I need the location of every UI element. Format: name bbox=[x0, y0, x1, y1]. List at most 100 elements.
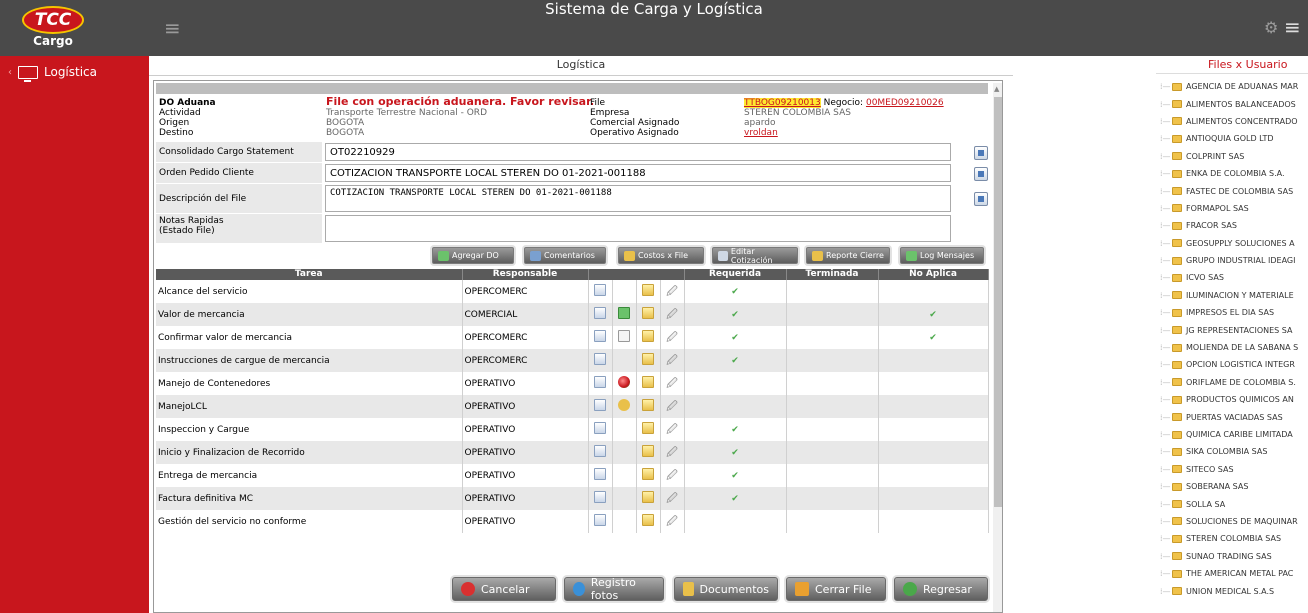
mail-icon[interactable] bbox=[618, 330, 630, 342]
edit-icon[interactable] bbox=[594, 468, 606, 480]
terminada-cell[interactable] bbox=[786, 441, 879, 464]
tree-item[interactable]: ⁞— SOLLA SA bbox=[1160, 495, 1308, 512]
regresar-button[interactable]: Regresar bbox=[894, 577, 988, 601]
tree-item[interactable]: ⁞— ILUMINACION Y MATERIALE bbox=[1160, 287, 1308, 304]
attachment-icon[interactable]: 🖉 bbox=[666, 446, 678, 459]
terminada-cell[interactable] bbox=[786, 372, 879, 395]
requerida-check[interactable]: ✔ bbox=[684, 418, 787, 441]
edit-icon[interactable] bbox=[594, 353, 606, 365]
tree-item[interactable]: ⁞— ANTIOQUIA GOLD LTD bbox=[1160, 130, 1308, 147]
negocio-link[interactable]: 00MED09210026 bbox=[866, 98, 944, 108]
edit-icon[interactable] bbox=[974, 192, 988, 206]
comentarios-button[interactable]: Comentarios bbox=[524, 247, 606, 264]
requerida-check[interactable]: ✔ bbox=[684, 280, 787, 303]
cerrar-file-button[interactable]: Cerrar File bbox=[786, 577, 886, 601]
attachment-icon[interactable]: 🖉 bbox=[666, 423, 678, 436]
attachment-icon[interactable]: 🖉 bbox=[666, 308, 678, 321]
tree-item[interactable]: ⁞— PRODUCTOS QUIMICOS AN bbox=[1160, 391, 1308, 408]
no-aplica-check[interactable]: ✔ bbox=[878, 303, 989, 326]
tree-item[interactable]: ⁞— SOLUCIONES DE MAQUINAR bbox=[1160, 513, 1308, 530]
tree-item[interactable]: ⁞— SOBERANA SAS bbox=[1160, 478, 1308, 495]
folder-icon[interactable] bbox=[642, 491, 654, 503]
tree-item[interactable]: ⁞— JG REPRESENTACIONES SA bbox=[1160, 321, 1308, 338]
requerida-check[interactable] bbox=[684, 395, 787, 418]
tree-item[interactable]: ⁞— ENKA DE COLOMBIA S.A. bbox=[1160, 165, 1308, 182]
attachment-icon[interactable]: 🖉 bbox=[666, 377, 678, 390]
gear-icon[interactable]: ⚙ bbox=[1264, 18, 1278, 37]
terminada-cell[interactable] bbox=[786, 349, 879, 372]
reporte-cierre-button[interactable]: Reporte Cierre bbox=[806, 247, 890, 264]
folder-icon[interactable] bbox=[642, 514, 654, 526]
no-aplica-check[interactable] bbox=[878, 441, 989, 464]
no-aplica-check[interactable] bbox=[878, 349, 989, 372]
edit-icon[interactable] bbox=[594, 376, 606, 388]
terminada-cell[interactable] bbox=[786, 303, 879, 326]
tree-item[interactable]: ⁞— COLPRINT SAS bbox=[1160, 148, 1308, 165]
edit-icon[interactable] bbox=[594, 514, 606, 526]
orden-pedido-input[interactable]: COTIZACION TRANSPORTE LOCAL STEREN DO 01… bbox=[325, 164, 951, 182]
tree-item[interactable]: ⁞— GEOSUPPLY SOLUCIONES A bbox=[1160, 235, 1308, 252]
no-aplica-check[interactable]: ✔ bbox=[878, 326, 989, 349]
no-aplica-check[interactable] bbox=[878, 510, 989, 533]
scroll-thumb[interactable] bbox=[994, 97, 1002, 507]
tree-item[interactable]: ⁞— ORIFLAME DE COLOMBIA S. bbox=[1160, 374, 1308, 391]
requerida-check[interactable]: ✔ bbox=[684, 349, 787, 372]
tree-item[interactable]: ⁞— UNION MEDICAL S.A.S bbox=[1160, 582, 1308, 599]
tree-item[interactable]: ⁞— OPCION LOGISTICA INTEGR bbox=[1160, 356, 1308, 373]
no-aplica-check[interactable] bbox=[878, 418, 989, 441]
operativo-link[interactable]: vroldan bbox=[744, 129, 778, 138]
terminada-cell[interactable] bbox=[786, 464, 879, 487]
tree-item[interactable]: ⁞— FRACOR SAS bbox=[1160, 217, 1308, 234]
attachment-icon[interactable]: 🖉 bbox=[666, 354, 678, 367]
attachment-icon[interactable]: 🖉 bbox=[666, 400, 678, 413]
descripcion-textarea[interactable]: COTIZACION TRANSPORTE LOCAL STEREN DO 01… bbox=[325, 185, 951, 212]
terminada-cell[interactable] bbox=[786, 280, 879, 303]
edit-icon[interactable] bbox=[974, 167, 988, 181]
folder-icon[interactable] bbox=[642, 468, 654, 480]
edit-icon[interactable] bbox=[594, 284, 606, 296]
agregar-do-button[interactable]: Agregar DO bbox=[432, 247, 514, 264]
scroll-up-icon[interactable]: ▲ bbox=[994, 85, 999, 93]
file-number-link[interactable]: TTBOG09210013 bbox=[744, 98, 821, 108]
editar-cotizacion-button[interactable]: Editar Cotización bbox=[712, 247, 798, 265]
tree-item[interactable]: ⁞— ALIMENTOS BALANCEADOS bbox=[1160, 95, 1308, 112]
requerida-check[interactable]: ✔ bbox=[684, 303, 787, 326]
folder-icon[interactable] bbox=[642, 353, 654, 365]
no-aplica-check[interactable] bbox=[878, 487, 989, 510]
registro-fotos-button[interactable]: Registro fotos bbox=[564, 576, 664, 602]
log-mensajes-button[interactable]: Log Mensajes bbox=[900, 247, 984, 264]
panel-scrollbar[interactable]: ▲ bbox=[993, 83, 1002, 612]
tree-item[interactable]: ⁞— ICVO SAS bbox=[1160, 269, 1308, 286]
notas-textarea[interactable] bbox=[325, 215, 951, 242]
folder-icon[interactable] bbox=[642, 445, 654, 457]
tree-item[interactable]: ⁞— STEREN COLOMBIA SAS bbox=[1160, 530, 1308, 547]
attachment-icon[interactable]: 🖉 bbox=[666, 331, 678, 344]
tree-item[interactable]: ⁞— IMPRESOS EL DIA SAS bbox=[1160, 304, 1308, 321]
tree-item[interactable]: ⁞— SITECO SAS bbox=[1160, 461, 1308, 478]
requerida-check[interactable]: ✔ bbox=[684, 441, 787, 464]
edit-icon[interactable] bbox=[594, 330, 606, 342]
tree-item[interactable]: ⁞— THE AMERICAN METAL PAC bbox=[1160, 565, 1308, 582]
folder-icon[interactable] bbox=[642, 284, 654, 296]
tree-item[interactable]: ⁞— GRUPO INDUSTRIAL IDEAGI bbox=[1160, 252, 1308, 269]
requerida-check[interactable] bbox=[684, 510, 787, 533]
folder-icon[interactable] bbox=[642, 399, 654, 411]
lcl-icon[interactable] bbox=[618, 399, 630, 411]
documentos-button[interactable]: Documentos bbox=[674, 577, 778, 601]
edit-icon[interactable] bbox=[594, 422, 606, 434]
no-aplica-check[interactable] bbox=[878, 464, 989, 487]
tree-item[interactable]: ⁞— ALIMENTOS CONCENTRADO bbox=[1160, 113, 1308, 130]
no-aplica-check[interactable] bbox=[878, 372, 989, 395]
folder-icon[interactable] bbox=[642, 376, 654, 388]
terminada-cell[interactable] bbox=[786, 510, 879, 533]
edit-icon[interactable] bbox=[594, 445, 606, 457]
sidebar-item-logistica[interactable]: ‹ Logística bbox=[8, 64, 97, 82]
tree-item[interactable]: ⁞— MOLIENDA DE LA SABANA S bbox=[1160, 339, 1308, 356]
terminada-cell[interactable] bbox=[786, 326, 879, 349]
attachment-icon[interactable]: 🖉 bbox=[666, 492, 678, 505]
user-menu-icon[interactable]: ≡ bbox=[1284, 17, 1301, 37]
folder-icon[interactable] bbox=[642, 307, 654, 319]
terminada-cell[interactable] bbox=[786, 418, 879, 441]
tree-item[interactable]: ⁞— SUNAO TRADING SAS bbox=[1160, 548, 1308, 565]
no-aplica-check[interactable] bbox=[878, 395, 989, 418]
